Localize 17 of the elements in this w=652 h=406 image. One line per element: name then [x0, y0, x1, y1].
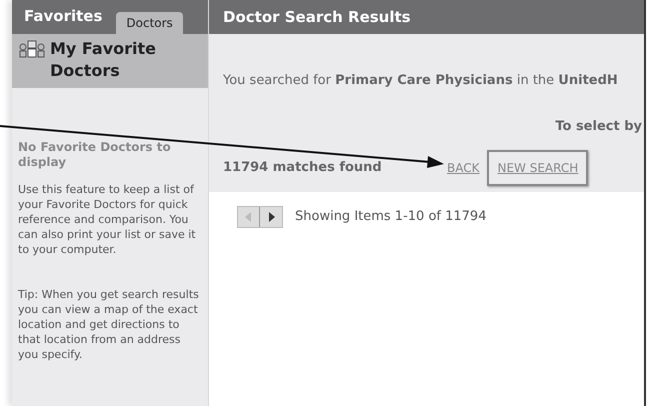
help-paragraph: Use this feature to keep a list of your Favorite Doctors for quick reference and comparison. You can also print your list or save it to your computer. — [18, 182, 197, 257]
search-summary: You searched for Primary Care Physicians in the UnitedH — [222, 72, 619, 90]
section-title: My Favorite Doctors — [50, 38, 158, 82]
help-paragraph: Tip: When you get search results you can view a map of the exact location and get directions to that location from an address you specify. — [18, 287, 200, 362]
sidebar-title: Favorites — [24, 6, 102, 26]
new-search-button[interactable]: NEW SEARCH — [487, 150, 588, 186]
panel-title: Doctor Search Results — [223, 6, 411, 28]
match-count: 11794 matches found — [223, 159, 383, 178]
select-hint: To select by — [555, 118, 643, 136]
back-link[interactable]: BACK — [447, 159, 480, 177]
empty-title: No Favorite Doctors to display — [18, 140, 172, 170]
people-icon — [18, 40, 46, 58]
next-button[interactable] — [260, 207, 282, 227]
tab[interactable]: Doctors — [116, 12, 183, 34]
pager-status: Showing Items 1-10 of 11794 — [295, 208, 486, 226]
left-arrow-icon — [245, 212, 252, 222]
right-arrow-icon — [268, 212, 274, 222]
